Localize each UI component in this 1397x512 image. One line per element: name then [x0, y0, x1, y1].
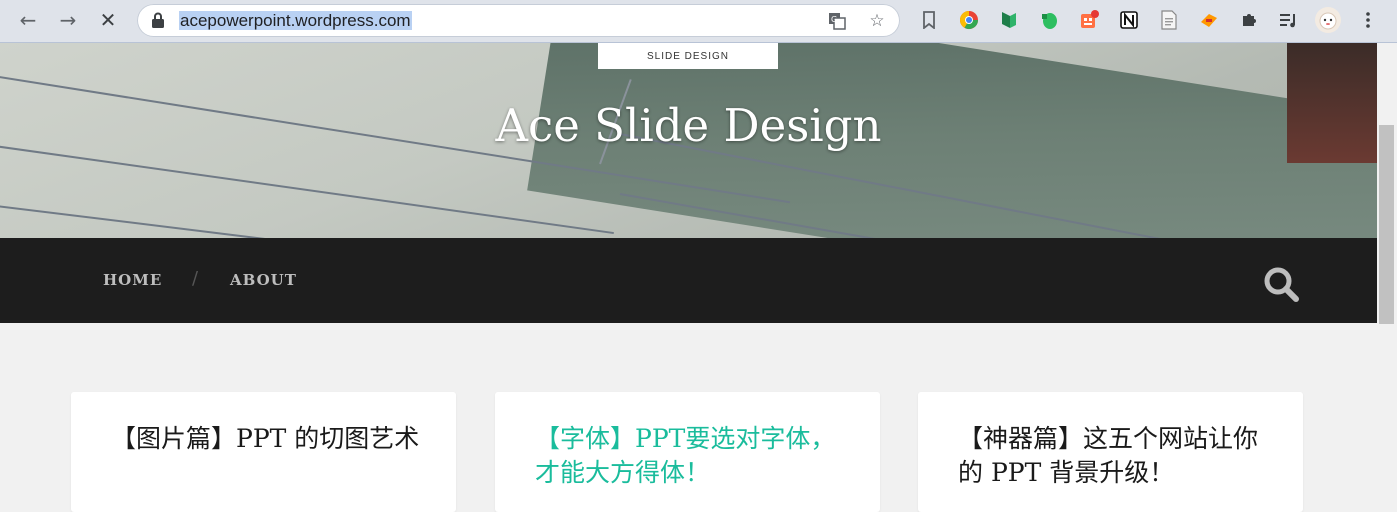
ext-green-icon[interactable]: [998, 9, 1020, 31]
back-button[interactable]: ←: [15, 7, 41, 33]
svg-text:G: G: [831, 15, 837, 24]
site-logo[interactable]: SLIDE DESIGN: [598, 43, 778, 69]
ext-counter-icon[interactable]: [1078, 9, 1100, 31]
notion-icon[interactable]: [1118, 9, 1140, 31]
forward-button[interactable]: →: [55, 7, 81, 33]
nav-home[interactable]: HOME: [103, 271, 162, 289]
media-icon[interactable]: [1278, 9, 1300, 31]
evernote-icon[interactable]: [1038, 9, 1060, 31]
nav-about[interactable]: ABOUT: [230, 271, 297, 289]
post-card[interactable]: 【神器篇】这五个网站让你的 PPT 背景升级！: [918, 392, 1303, 512]
bookmark-star-icon[interactable]: ☆: [867, 11, 887, 31]
site-title[interactable]: Ace Slide Design: [0, 97, 1377, 155]
bookmark-icon[interactable]: [918, 9, 940, 31]
address-bar[interactable]: acepowerpoint.wordpress.com G ☆: [137, 4, 900, 37]
page-icon[interactable]: [1158, 9, 1180, 31]
stop-loading-button[interactable]: ✕: [95, 7, 121, 33]
logo-text: SLIDE DESIGN: [646, 50, 730, 62]
main-nav: HOME / ABOUT: [0, 238, 1377, 323]
translate-icon[interactable]: G: [827, 11, 847, 31]
post-title[interactable]: 【字体】PPT要选对字体，才能大方得体！: [535, 422, 845, 490]
header-line: [0, 143, 614, 235]
url-text[interactable]: acepowerpoint.wordpress.com: [179, 11, 412, 30]
menu-icon[interactable]: [1357, 9, 1379, 31]
post-title[interactable]: 【图片篇】PPT 的切图艺术: [111, 422, 421, 456]
post-card[interactable]: 【图片篇】PPT 的切图艺术: [71, 392, 456, 512]
profile-avatar[interactable]: [1314, 6, 1342, 34]
search-icon[interactable]: [1262, 265, 1300, 303]
post-card[interactable]: 【字体】PPT要选对字体，才能大方得体！: [495, 392, 880, 512]
chrome-icon[interactable]: [958, 9, 980, 31]
nav-separator: /: [192, 268, 199, 289]
scrollbar-thumb[interactable]: [1379, 125, 1394, 324]
browser-toolbar: ← → ✕ acepowerpoint.wordpress.com G ☆: [0, 0, 1397, 43]
post-title[interactable]: 【神器篇】这五个网站让你的 PPT 背景升级！: [958, 422, 1268, 490]
puzzle-icon[interactable]: [1238, 9, 1260, 31]
lock-icon: [152, 12, 164, 28]
ext-orange-icon[interactable]: [1198, 9, 1220, 31]
